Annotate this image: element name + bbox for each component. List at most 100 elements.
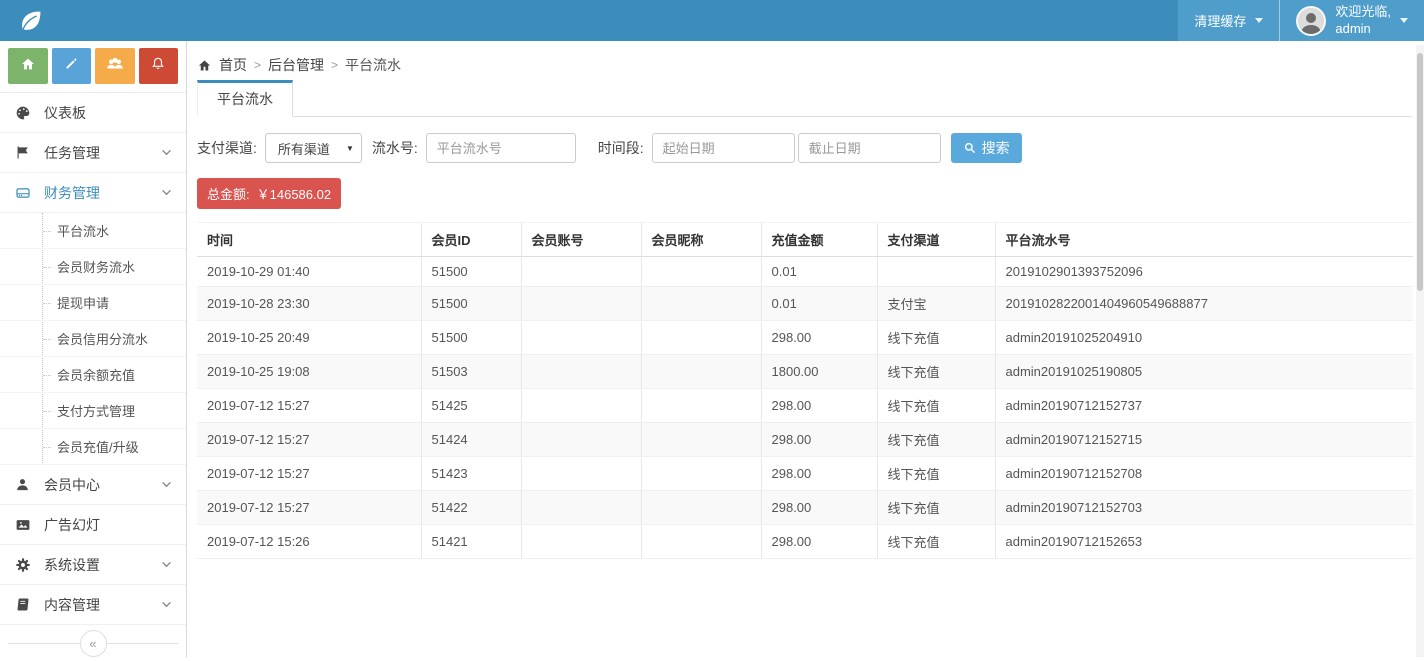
table-cell: 线下充值 (877, 355, 995, 389)
sidebar-subitem-0[interactable]: 平台流水 (0, 213, 186, 249)
table-cell: 51424 (421, 423, 521, 457)
table-cell: 298.00 (761, 457, 877, 491)
tab-platform-flow[interactable]: 平台流水 (197, 80, 293, 117)
home-quick-button[interactable] (8, 48, 48, 84)
table-cell: 2019-07-12 15:27 (197, 457, 421, 491)
sn-input[interactable] (426, 133, 576, 163)
table-cell (641, 321, 761, 355)
start-date-input[interactable] (652, 133, 795, 163)
sn-label: 流水号: (372, 138, 418, 158)
sidebar-item-members[interactable]: 会员中心 (0, 465, 186, 505)
logo-area[interactable] (0, 0, 187, 41)
gear-icon (14, 556, 38, 574)
table-cell (521, 423, 641, 457)
vertical-scrollbar[interactable] (1416, 45, 1424, 657)
search-button[interactable]: 搜索 (951, 133, 1022, 163)
table-cell: 1800.00 (761, 355, 877, 389)
sidebar-item-label: 任务管理 (44, 143, 100, 163)
column-header-member-id: 会员ID (421, 223, 521, 257)
book-icon (14, 596, 38, 613)
table-cell (521, 525, 641, 559)
table-cell: 支付宝 (877, 287, 995, 321)
breadcrumb-home[interactable]: 首页 (219, 55, 247, 75)
scrollbar-thumb[interactable] (1417, 53, 1423, 291)
table-row: 2019-07-12 15:2651421298.00线下充值admin2019… (197, 525, 1413, 559)
sidebar: 仪表板 任务管理 财务管理 平台流水会员财务流水提现申请会员信用分流水会员余额充… (0, 41, 187, 657)
table-cell: 298.00 (761, 321, 877, 355)
home-icon (20, 56, 36, 77)
table-row: 2019-07-12 15:2751425298.00线下充值admin2019… (197, 389, 1413, 423)
clear-cache-button[interactable]: 清理缓存 (1178, 0, 1279, 41)
table-row: 2019-10-28 23:30515000.01支付宝201910282200… (197, 287, 1413, 321)
table-cell: 51500 (421, 321, 521, 355)
sidebar-subitem-3[interactable]: 会员信用分流水 (0, 321, 186, 357)
breadcrumb-admin[interactable]: 后台管理 (268, 55, 324, 75)
table-cell (641, 355, 761, 389)
table-row: 2019-07-12 15:2751422298.00线下充值admin2019… (197, 491, 1413, 525)
table-cell: 298.00 (761, 423, 877, 457)
table-cell: admin20190712152703 (995, 491, 1413, 525)
channel-select[interactable]: 所有渠道 ▼ (265, 133, 362, 163)
user-menu-button[interactable]: 欢迎光临, admin (1280, 0, 1424, 41)
table-row: 2019-10-25 19:08515031800.00线下充值admin201… (197, 355, 1413, 389)
table-cell: 51423 (421, 457, 521, 491)
table-cell (521, 491, 641, 525)
pencil-icon (64, 56, 79, 76)
sidebar-item-ads[interactable]: 广告幻灯 (0, 505, 186, 545)
table-cell: 2019-10-25 19:08 (197, 355, 421, 389)
sidebar-item-finance[interactable]: 财务管理 (0, 173, 186, 213)
breadcrumb-separator: > (254, 58, 261, 72)
filter-bar: 支付渠道: 所有渠道 ▼ 流水号: 时间段: 搜索 (197, 133, 1412, 163)
sidebar-item-dashboard[interactable]: 仪表板 (0, 93, 186, 133)
table-cell (521, 457, 641, 491)
edit-quick-button[interactable] (52, 48, 92, 84)
table-cell (641, 491, 761, 525)
table-cell: 2019-10-25 20:49 (197, 321, 421, 355)
users-quick-button[interactable] (95, 48, 135, 84)
table-cell: 2019102901393752096 (995, 257, 1413, 287)
finance-submenu: 平台流水会员财务流水提现申请会员信用分流水会员余额充值支付方式管理会员充值/升级 (0, 213, 186, 465)
table-cell: admin20191025190805 (995, 355, 1413, 389)
table-cell: 51425 (421, 389, 521, 423)
sidebar-subitem-4[interactable]: 会员余额充值 (0, 357, 186, 393)
navbar-right: 清理缓存 欢迎光临, admin (1178, 0, 1424, 41)
welcome-text: 欢迎光临, admin (1335, 4, 1391, 37)
total-amount-badge: 总金额: ￥146586.02 (197, 178, 341, 209)
table-cell (877, 257, 995, 287)
end-date-input[interactable] (798, 133, 941, 163)
search-icon (963, 141, 977, 155)
sidebar-subitem-6[interactable]: 会员充值/升级 (0, 429, 186, 465)
sidebar-collapse-row: « (0, 625, 186, 661)
table-cell: 2019-07-12 15:26 (197, 525, 421, 559)
sidebar-item-settings[interactable]: 系统设置 (0, 545, 186, 585)
sidebar-subitem-1[interactable]: 会员财务流水 (0, 249, 186, 285)
sidebar-item-content[interactable]: 内容管理 (0, 585, 186, 625)
table-cell (641, 389, 761, 423)
sidebar-collapse-button[interactable]: « (80, 630, 107, 657)
column-header-time: 时间 (197, 223, 421, 257)
table-cell: admin20190712152708 (995, 457, 1413, 491)
column-header-member-account: 会员账号 (521, 223, 641, 257)
table-cell: 线下充值 (877, 423, 995, 457)
table-cell: 线下充值 (877, 491, 995, 525)
avatar (1296, 6, 1326, 36)
column-header-platform-sn: 平台流水号 (995, 223, 1413, 257)
bell-icon (150, 55, 166, 77)
table-cell: 2019-10-28 23:30 (197, 287, 421, 321)
table-cell (521, 287, 641, 321)
member-icon (14, 476, 38, 493)
table-row: 2019-10-29 01:40515000.01201910290139375… (197, 257, 1413, 287)
table-cell (641, 525, 761, 559)
table-cell: 2019-07-12 15:27 (197, 389, 421, 423)
table-cell: 2019102822001404960549688877 (995, 287, 1413, 321)
sidebar-item-tasks[interactable]: 任务管理 (0, 133, 186, 173)
sidebar-subitem-2[interactable]: 提现申请 (0, 285, 186, 321)
sidebar-item-label: 仪表板 (44, 103, 86, 123)
image-icon (14, 516, 38, 534)
sidebar-subitem-5[interactable]: 支付方式管理 (0, 393, 186, 429)
table-cell (521, 355, 641, 389)
column-header-member-nickname: 会员昵称 (641, 223, 761, 257)
notifications-quick-button[interactable] (139, 48, 179, 84)
table-cell: 51421 (421, 525, 521, 559)
table-cell: 线下充值 (877, 389, 995, 423)
